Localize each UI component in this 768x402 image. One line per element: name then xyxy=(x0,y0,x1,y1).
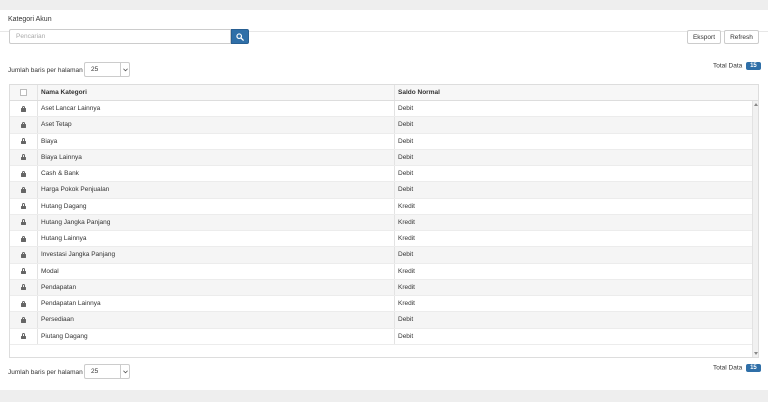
table-row[interactable]: Investasi Jangka Panjang Debit xyxy=(10,247,752,264)
scroll-up-icon[interactable] xyxy=(754,103,758,106)
cell-name: Hutang Lainnya xyxy=(38,231,395,247)
rows-per-page-label: Jumlah baris per halaman xyxy=(8,67,83,74)
table-row[interactable]: Hutang Dagang Kredit xyxy=(10,198,752,215)
table-row[interactable]: Hutang Lainnya Kredit xyxy=(10,231,752,248)
cell-saldo: Kredit xyxy=(398,267,415,275)
lock-icon xyxy=(21,316,26,323)
table-row[interactable]: Aset Tetap Debit xyxy=(10,117,752,134)
cell-saldo: Kredit xyxy=(398,202,415,210)
table-row[interactable]: Biaya Debit xyxy=(10,133,752,150)
cell-saldo: Debit xyxy=(398,105,414,113)
lock-icon xyxy=(21,105,26,112)
cell-name: Hutang Dagang xyxy=(38,198,395,214)
cell-saldo: Kredit xyxy=(398,300,415,308)
cell-name: Harga Pokok Penjualan xyxy=(38,182,395,198)
table-row[interactable]: Pendapatan Kredit xyxy=(10,279,752,296)
total-data-badge: 15 xyxy=(746,62,761,70)
lock-icon xyxy=(21,268,26,275)
refresh-button[interactable]: Refresh xyxy=(724,30,759,44)
cell-name: Pendapatan xyxy=(38,279,395,295)
cell-saldo: Debit xyxy=(398,153,414,161)
cell-saldo: Debit xyxy=(398,170,414,178)
lock-icon xyxy=(21,333,26,340)
export-button[interactable]: Eksport xyxy=(687,30,721,44)
lock-icon xyxy=(21,138,26,145)
total-data-bottom: Total Data 15 xyxy=(713,364,761,372)
rows-per-page-value-bottom: 25 xyxy=(91,368,99,375)
table-row[interactable]: Persediaan Debit xyxy=(10,312,752,329)
lock-icon xyxy=(21,203,26,210)
cell-saldo: Debit xyxy=(398,316,414,324)
data-grid: Nama Kategori Saldo Normal Aset Lancar L… xyxy=(9,84,759,358)
search-icon xyxy=(236,32,244,41)
table-row[interactable]: Biaya Lainnya Debit xyxy=(10,149,752,166)
cell-name: Biaya xyxy=(38,133,395,149)
table-header: Nama Kategori Saldo Normal xyxy=(10,85,758,101)
search-button[interactable] xyxy=(231,29,249,44)
cell-saldo: Kredit xyxy=(398,283,415,291)
lock-icon xyxy=(21,170,26,177)
lock-icon xyxy=(21,186,26,193)
table-row[interactable]: Aset Lancar Lainnya Debit xyxy=(10,101,752,118)
table-row[interactable]: Hutang Jangka Panjang Kredit xyxy=(10,214,752,231)
cell-saldo: Kredit xyxy=(398,235,415,243)
table-row[interactable]: Piutang Dagang Debit xyxy=(10,328,752,345)
cell-name: Cash & Bank xyxy=(38,166,395,182)
cell-name: Hutang Jangka Panjang xyxy=(38,214,395,230)
cell-saldo: Debit xyxy=(398,137,414,145)
cell-name: Modal xyxy=(38,263,395,279)
cell-name: Aset Tetap xyxy=(38,117,395,133)
cell-saldo: Debit xyxy=(398,186,414,194)
total-data: Total Data 15 xyxy=(713,62,761,70)
cell-saldo: Kredit xyxy=(398,218,415,226)
page-title: Kategori Akun xyxy=(8,16,52,23)
lock-icon xyxy=(21,251,26,258)
cell-saldo: Debit xyxy=(398,121,414,129)
lock-icon xyxy=(21,154,26,161)
cell-name: Investasi Jangka Panjang xyxy=(38,247,395,263)
rows-per-page-select[interactable]: 25 xyxy=(84,62,130,77)
scroll-down-icon[interactable] xyxy=(754,352,758,355)
select-all-checkbox[interactable] xyxy=(20,89,27,96)
column-header-name[interactable]: Nama Kategori xyxy=(38,85,395,100)
total-data-label-bottom: Total Data xyxy=(713,364,743,372)
chevron-down-icon xyxy=(120,63,129,76)
lock-icon xyxy=(21,300,26,307)
rows-per-page-select-bottom[interactable]: 25 xyxy=(84,364,130,379)
table-row[interactable]: Harga Pokok Penjualan Debit xyxy=(10,182,752,199)
chevron-down-icon xyxy=(120,365,129,378)
lock-icon xyxy=(21,121,26,128)
search-bar xyxy=(9,29,249,44)
cell-saldo: Debit xyxy=(398,332,414,340)
table-row[interactable]: Pendapatan Lainnya Kredit xyxy=(10,296,752,313)
cell-name: Persediaan xyxy=(38,312,395,328)
lock-icon xyxy=(21,219,26,226)
rows-per-page-label-bottom: Jumlah baris per halaman xyxy=(8,369,83,376)
cell-name: Aset Lancar Lainnya xyxy=(38,101,395,117)
table-row[interactable]: Cash & Bank Debit xyxy=(10,166,752,183)
search-input[interactable] xyxy=(9,29,231,44)
table-body: Aset Lancar Lainnya Debit Aset Tetap Deb… xyxy=(10,101,752,345)
column-header-saldo[interactable]: Saldo Normal xyxy=(395,85,752,100)
rows-per-page-value: 25 xyxy=(91,66,99,73)
total-data-label: Total Data xyxy=(713,62,743,70)
vertical-scrollbar[interactable] xyxy=(752,101,758,357)
cell-name: Pendapatan Lainnya xyxy=(38,296,395,312)
lock-icon xyxy=(21,235,26,242)
cell-name: Piutang Dagang xyxy=(38,328,395,344)
header-checkbox-cell xyxy=(10,85,38,100)
cell-saldo: Debit xyxy=(398,251,414,259)
cell-name: Biaya Lainnya xyxy=(38,149,395,165)
total-data-badge-bottom: 15 xyxy=(746,364,761,372)
table-row[interactable]: Modal Kredit xyxy=(10,263,752,280)
lock-icon xyxy=(21,284,26,291)
